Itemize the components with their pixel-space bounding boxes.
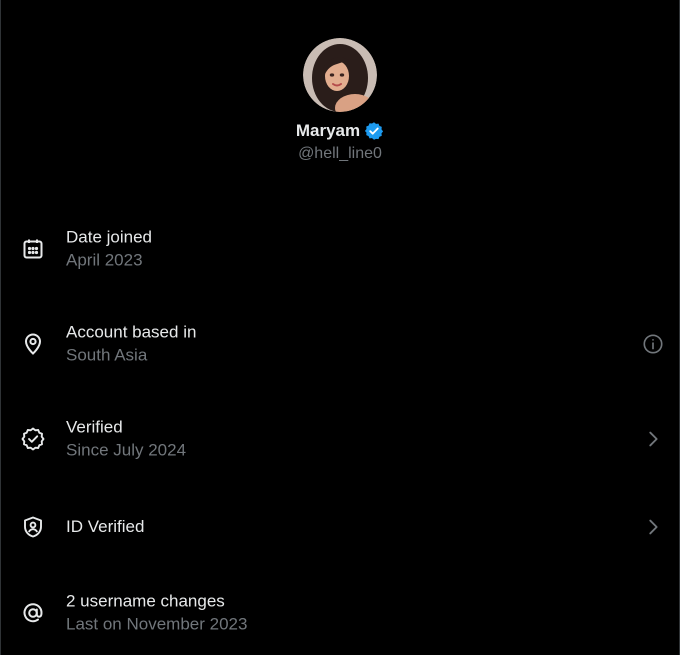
chevron-right-icon[interactable] [642,428,664,450]
row-text: Verified Since July 2024 [66,417,186,462]
row-id-verified[interactable]: ID Verified [0,495,680,559]
row-subtitle: Since July 2024 [66,440,187,460]
avatar-illustration [303,38,377,112]
row-text: ID Verified [66,516,144,538]
avatar[interactable] [303,38,377,112]
row-title: Date joined [66,227,153,247]
chevron-right-icon[interactable] [642,516,664,538]
calendar-icon [21,237,45,261]
profile-header: Maryam @hell_line0 [0,38,680,163]
row-username-changes: 2 username changes Last on November 2023 [0,581,680,645]
location-pin-icon [21,332,45,356]
row-text: Account based in South Asia [66,322,196,367]
row-account-based-in: Account based in South Asia [0,312,680,376]
row-date-joined: Date joined April 2023 [0,217,680,281]
row-title: 2 username changes [66,591,225,611]
row-subtitle: April 2023 [66,250,143,270]
row-title: Verified [66,417,123,437]
row-text: Date joined April 2023 [66,227,152,272]
display-name: Maryam [295,121,361,140]
at-sign-icon [21,601,45,625]
info-icon[interactable] [642,333,664,355]
verified-badge-icon [364,121,384,141]
name-row: Maryam [0,121,680,141]
row-subtitle: South Asia [66,345,148,365]
id-shield-icon [21,515,45,539]
row-title: ID Verified [66,517,145,536]
verified-check-icon [21,427,45,451]
row-title: Account based in [66,322,197,342]
row-subtitle: Last on November 2023 [66,614,248,634]
row-verified[interactable]: Verified Since July 2024 [0,407,680,471]
handle: @hell_line0 [298,145,382,162]
row-text: 2 username changes Last on November 2023 [66,591,247,636]
